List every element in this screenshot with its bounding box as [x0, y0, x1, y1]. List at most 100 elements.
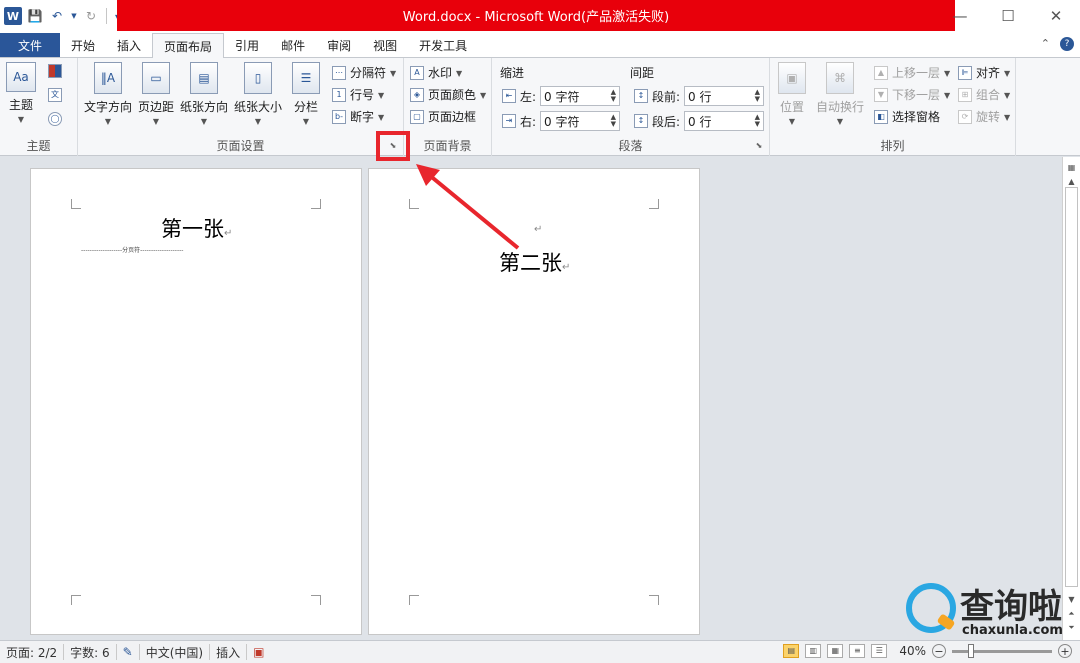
- send-backward-button[interactable]: ▼ 下移一层 ▼: [874, 86, 950, 103]
- spinner-icon[interactable]: ▲ ▼: [611, 89, 616, 103]
- ribbon-tabs: 文件 开始 插入 页面布局 引用 邮件 审阅 视图 开发工具 ⌃ ?: [0, 33, 1080, 58]
- outline-icon[interactable]: ≡: [849, 644, 866, 658]
- indent-right-input[interactable]: 0 字符 ▲ ▼: [540, 111, 621, 131]
- tab-review[interactable]: 审阅: [316, 33, 362, 57]
- zoom-slider[interactable]: [952, 643, 1052, 658]
- language-status[interactable]: 中文(中国): [140, 644, 211, 660]
- spacing-before-input[interactable]: 0 行 ▲ ▼: [684, 86, 765, 106]
- group-objects-button[interactable]: ⊞ 组合 ▼: [958, 86, 1010, 103]
- tab-developer[interactable]: 开发工具: [408, 33, 478, 57]
- indent-title: 缩进: [500, 64, 524, 81]
- full-screen-reading-icon[interactable]: ▥: [805, 644, 822, 658]
- themes-button[interactable]: Aa 主题 ▼: [6, 62, 36, 124]
- zoom-slider-thumb[interactable]: [968, 643, 974, 658]
- rotate-button[interactable]: ⟳ 旋转 ▼: [958, 108, 1010, 125]
- insert-mode[interactable]: 插入: [210, 644, 248, 660]
- zoom-in-icon[interactable]: +: [1058, 644, 1072, 658]
- page-borders-button[interactable]: ▢ 页面边框: [410, 108, 476, 125]
- spinner-icon[interactable]: ▲ ▼: [755, 89, 760, 103]
- chevron-down-icon: ▼: [254, 117, 262, 126]
- theme-effects-button[interactable]: ◯: [48, 112, 62, 126]
- theme-fonts-button[interactable]: 文: [48, 88, 62, 102]
- watermark-text: 查询啦: [960, 587, 1062, 627]
- page-break-marker: -------------------分页符------------------…: [81, 247, 184, 254]
- watermark-button[interactable]: A 水印 ▼: [410, 64, 462, 81]
- chevron-down-icon: ▼: [152, 117, 160, 126]
- print-layout-icon[interactable]: ▤: [783, 644, 800, 658]
- line-numbers-button[interactable]: 1 行号 ▼: [332, 86, 384, 103]
- position-button[interactable]: ▣ 位置 ▼: [778, 62, 806, 126]
- indent-left-icon: ⇤: [502, 89, 516, 103]
- orientation-icon: ▤: [190, 62, 218, 94]
- page1-heading[interactable]: 第一张↵: [161, 213, 232, 243]
- ruler-toggle-icon[interactable]: ▦: [1065, 161, 1078, 174]
- minimize-ribbon-icon[interactable]: ⌃: [1041, 37, 1050, 51]
- close-icon[interactable]: ✕: [1032, 0, 1080, 31]
- maximize-icon[interactable]: ☐: [984, 0, 1032, 31]
- document-area[interactable]: 第一张↵ -------------------分页符-------------…: [0, 157, 1062, 640]
- zoom-level[interactable]: 40%: [899, 644, 926, 658]
- save-icon[interactable]: 💾: [26, 6, 44, 26]
- view-and-zoom: ▤ ▥ ▦ ≡ ☰ 40% − +: [783, 643, 1072, 658]
- spacing-title-text: 间距: [630, 66, 655, 80]
- page-count[interactable]: 页面: 2/2: [0, 644, 65, 660]
- orientation-button[interactable]: ▤ 纸张方向 ▼: [180, 62, 228, 126]
- wrap-text-icon: ⌘: [826, 62, 854, 94]
- spinner-icon[interactable]: ▲ ▼: [755, 114, 760, 128]
- indent-left-input[interactable]: 0 字符 ▲ ▼: [540, 86, 621, 106]
- wrap-text-button[interactable]: ⌘ 自动换行 ▼: [816, 62, 864, 126]
- selection-pane-button[interactable]: ◧ 选择窗格: [874, 108, 940, 125]
- redo-icon[interactable]: ↻: [82, 6, 100, 26]
- breaks-label: 分隔符: [350, 66, 387, 80]
- spacing-after-input[interactable]: 0 行 ▲ ▼: [684, 111, 765, 131]
- chevron-down-icon: ▼: [104, 117, 112, 126]
- draft-icon[interactable]: ☰: [871, 644, 888, 658]
- tab-insert[interactable]: 插入: [106, 33, 152, 57]
- hyphenation-button[interactable]: b- 断字 ▼: [332, 108, 384, 125]
- paragraph-mark: ↵: [224, 228, 233, 239]
- text-direction-button[interactable]: ‖A 文字方向 ▼: [84, 62, 132, 126]
- chevron-down-icon: ▼: [944, 91, 951, 100]
- word-logo-icon[interactable]: W: [4, 7, 22, 25]
- tab-view[interactable]: 视图: [362, 33, 408, 57]
- tab-home[interactable]: 开始: [60, 33, 106, 57]
- theme-colors-button[interactable]: [48, 64, 62, 78]
- margin-mark: [71, 199, 81, 209]
- tab-file[interactable]: 文件: [0, 33, 60, 57]
- align-button[interactable]: ⊫ 对齐 ▼: [958, 64, 1010, 81]
- minimize-icon[interactable]: —: [936, 0, 984, 31]
- help-icon[interactable]: ?: [1060, 37, 1074, 51]
- columns-button[interactable]: ☰ 分栏 ▼: [292, 62, 320, 126]
- chevron-down-icon: ▼: [788, 117, 796, 126]
- paper-size-icon: ▯: [244, 62, 272, 94]
- proofing-status[interactable]: ✎: [117, 644, 140, 660]
- page-1[interactable]: 第一张↵ -------------------分页符-------------…: [30, 168, 362, 635]
- window-title: Word.docx - Microsoft Word(产品激活失败): [117, 0, 955, 31]
- tab-page-layout[interactable]: 页面布局: [152, 33, 225, 58]
- web-layout-icon[interactable]: ▦: [827, 644, 844, 658]
- indent-right-icon: ⇥: [502, 114, 516, 128]
- columns-icon: ☰: [292, 62, 320, 94]
- margins-button[interactable]: ▭ 页边距 ▼: [138, 62, 174, 126]
- scrollbar-thumb[interactable]: [1065, 187, 1078, 587]
- send-backward-label: 下移一层: [892, 88, 941, 102]
- zoom-out-icon[interactable]: −: [932, 644, 946, 658]
- tab-mailings[interactable]: 邮件: [270, 33, 316, 57]
- chevron-down-icon[interactable]: ▼: [70, 6, 78, 26]
- size-button[interactable]: ▯ 纸张大小 ▼: [234, 62, 282, 126]
- bring-forward-button[interactable]: ▲ 上移一层 ▼: [874, 64, 950, 81]
- position-label: 位置: [779, 100, 804, 114]
- page-borders-icon: ▢: [410, 109, 424, 124]
- chevron-down-icon: ▼: [480, 91, 487, 100]
- paragraph-dialog-launcher-icon[interactable]: ⬊: [754, 141, 764, 151]
- breaks-button[interactable]: ⋯ 分隔符 ▼: [332, 64, 396, 81]
- page-color-button[interactable]: ◈ 页面颜色 ▼: [410, 86, 486, 103]
- chevron-down-icon: ▼: [1004, 91, 1011, 100]
- macro-recording[interactable]: ▣: [247, 644, 270, 660]
- word-count[interactable]: 字数: 6: [64, 644, 117, 660]
- undo-icon[interactable]: ↶: [48, 6, 66, 26]
- tab-references[interactable]: 引用: [224, 33, 270, 57]
- spinner-icon[interactable]: ▲ ▼: [611, 114, 616, 128]
- vertical-scrollbar[interactable]: ▦ ▲ ▼ ⏶ ⏷: [1062, 157, 1080, 640]
- macro-icon: ▣: [253, 645, 265, 659]
